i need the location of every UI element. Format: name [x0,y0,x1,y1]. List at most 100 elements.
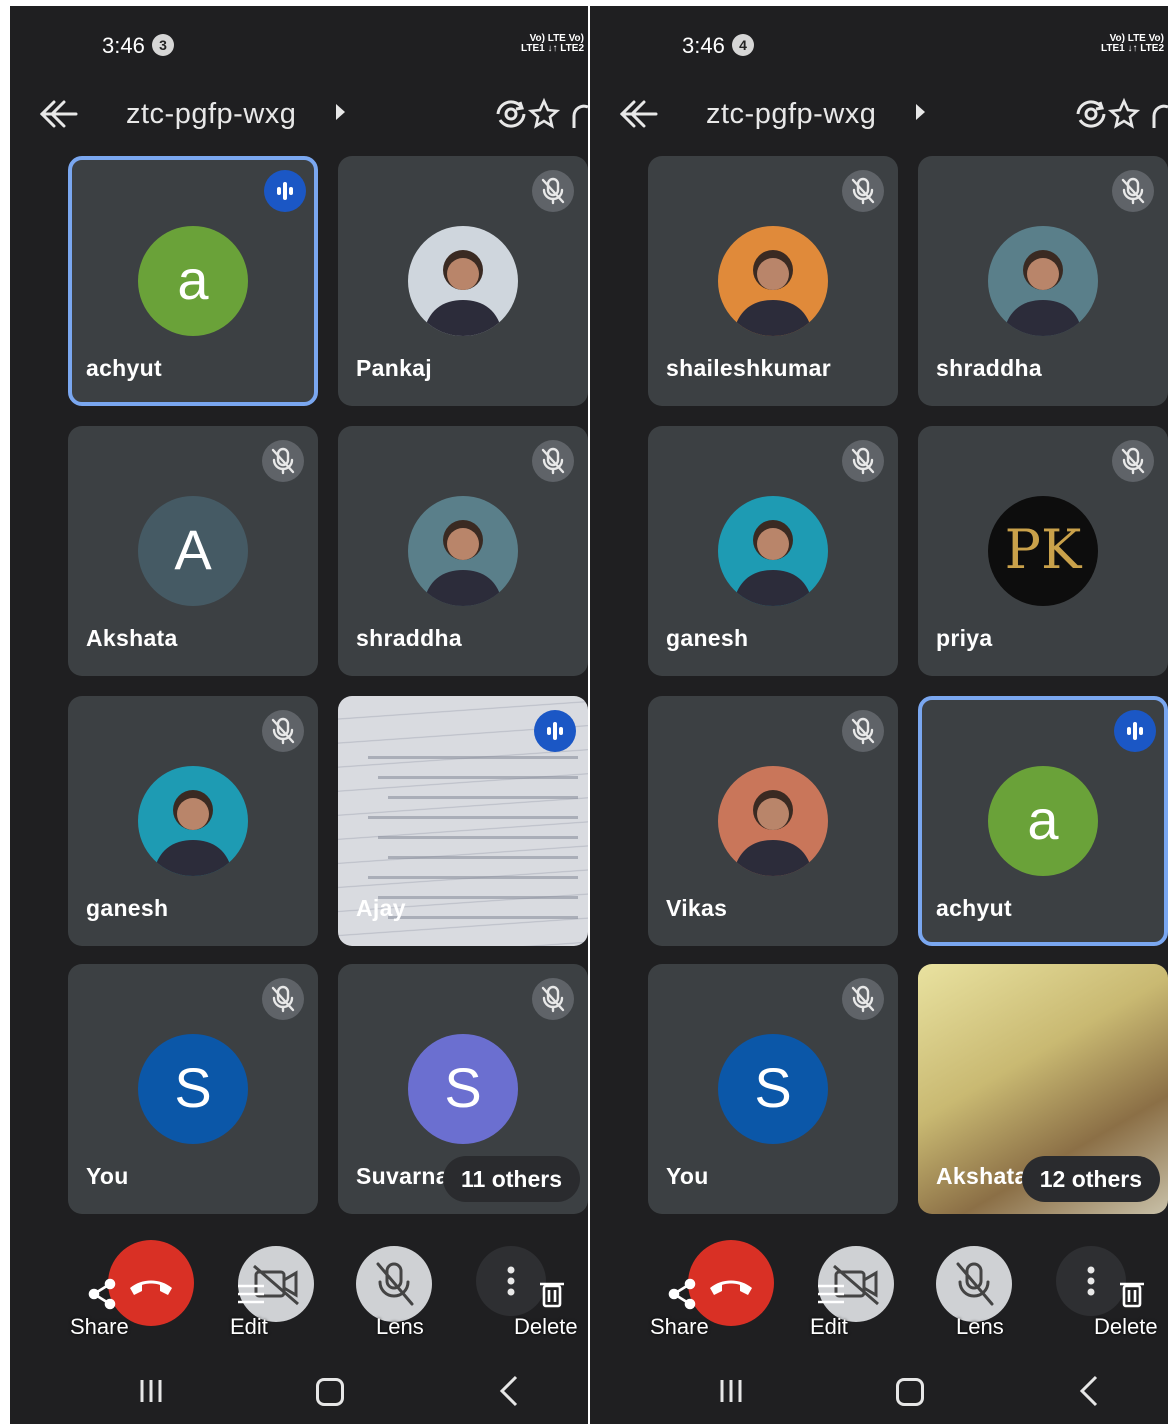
avatar: S [408,1034,518,1144]
participant-name: shraddha [936,355,1042,381]
share-action[interactable]: Share [650,1314,709,1340]
header-actions[interactable] [1072,94,1168,134]
handwriting-line [378,896,578,899]
avatar: a [988,766,1098,876]
participant-name: achyut [936,895,1012,921]
handwriting-line [368,756,578,759]
handwriting-line [378,776,578,779]
participant-tile[interactable]: a achyut [918,696,1168,946]
participant-tile[interactable]: shraddha [918,156,1168,406]
participant-tile[interactable]: Pankaj [338,156,588,406]
notification-count-badge: 3 [152,34,174,56]
recent-apps-icon[interactable] [138,1378,164,1404]
lens-action[interactable]: Lens [956,1314,1004,1340]
participant-name: ganesh [666,625,749,651]
participant-name: Ajay [356,895,406,921]
edit-action[interactable]: Edit [810,1314,848,1340]
back-arrow-icon[interactable] [616,94,660,134]
profile-photo [718,496,828,606]
caret-right-icon[interactable] [916,104,925,120]
mic-off-button[interactable] [936,1246,1012,1322]
participant-tile[interactable]: Akshata 12 others [918,964,1168,1214]
participant-tile[interactable]: ganesh [68,696,318,946]
status-bar: 3:46 4 Vo) LTE Vo) LTE1 ↓↑ LTE2 [590,6,1168,82]
meeting-code[interactable]: ztc-pgfp-wxg [706,98,876,131]
avatar: PK [988,496,1098,606]
trash-icon [1118,1278,1148,1315]
meeting-header: ztc-pgfp-wxg [10,82,588,148]
participant-tile[interactable]: shraddha [338,426,588,676]
home-icon[interactable] [896,1378,924,1406]
more-options-button[interactable] [476,1246,546,1316]
mic-off-button[interactable] [356,1246,432,1322]
mic-off-icon [842,710,884,752]
avatar: a [138,226,248,336]
share-action[interactable]: Share [70,1314,129,1340]
screen-left: 3:46 3 Vo) LTE Vo) LTE1 ↓↑ LTE2 ztc-pgfp-wxg… [10,6,588,1424]
participant-name: Akshata [86,625,178,651]
participant-name: Akshata [936,1163,1028,1189]
mic-off-icon [1112,440,1154,482]
header-actions[interactable] [492,94,588,134]
system-nav-bar [10,1354,588,1424]
more-options-button[interactable] [1056,1246,1126,1316]
screen-right: 3:46 4 Vo) LTE Vo) LTE1 ↓↑ LTE2 ztc-pgfp-wxg… [590,6,1168,1424]
participant-tile[interactable]: Vikas [648,696,898,946]
participant-tile[interactable]: a achyut [68,156,318,406]
back-arrow-icon[interactable] [36,94,80,134]
others-count-pill[interactable]: 11 others [443,1156,580,1202]
system-nav-bar [590,1354,1168,1424]
mic-off-icon [842,978,884,1020]
edit-sliders-icon [236,1278,266,1315]
handwriting-line [388,856,578,859]
participant-tile[interactable]: PK priya [918,426,1168,676]
call-controls: Share Edit Lens Delete [590,1226,1168,1346]
mic-off-icon [532,440,574,482]
lens-action[interactable]: Lens [376,1314,424,1340]
participant-tile[interactable]: A Akshata [68,426,318,676]
handwriting-line [388,916,578,919]
participant-tile[interactable]: ganesh [648,426,898,676]
speaking-indicator-icon [1114,710,1156,752]
trash-icon [538,1278,568,1315]
delete-action[interactable]: Delete [514,1314,578,1340]
participant-name: shaileshkumar [666,355,831,381]
nav-back-icon[interactable] [498,1374,520,1408]
delete-action[interactable]: Delete [1094,1314,1158,1340]
speaking-indicator-icon [264,170,306,212]
signal-label-bottom: LTE1 ↓↑ LTE2 [521,43,584,54]
speaking-indicator-icon [534,710,576,752]
mic-off-icon [1112,170,1154,212]
mic-off-icon [262,978,304,1020]
participant-name: priya [936,625,993,651]
participant-tile[interactable]: Ajay [338,696,588,946]
share-icon [88,1278,118,1315]
recent-apps-icon[interactable] [718,1378,744,1404]
notification-count-badge: 4 [732,34,754,56]
profile-photo [408,496,518,606]
edit-sliders-icon [816,1278,846,1315]
handwriting-line [368,876,578,879]
participant-tile[interactable]: S You [648,964,898,1214]
participant-tile[interactable]: S You [68,964,318,1214]
participant-tile[interactable]: S Suvarna 11 others [338,964,588,1214]
signal-label-bottom: LTE1 ↓↑ LTE2 [1101,43,1164,54]
caret-right-icon[interactable] [336,104,345,120]
others-count-pill[interactable]: 12 others [1021,1156,1160,1202]
mic-off-icon [842,440,884,482]
profile-photo [988,226,1098,336]
handwriting-line [368,816,578,819]
profile-photo [718,766,828,876]
nav-back-icon[interactable] [1078,1374,1100,1408]
signal-indicators: Vo) LTE Vo) LTE1 ↓↑ LTE2 [1052,34,1164,54]
participant-name: Pankaj [356,355,432,381]
edit-action[interactable]: Edit [230,1314,268,1340]
home-icon[interactable] [316,1378,344,1406]
status-bar: 3:46 3 Vo) LTE Vo) LTE1 ↓↑ LTE2 [10,6,588,82]
profile-photo [408,226,518,336]
participant-name: shraddha [356,625,462,651]
meeting-code[interactable]: ztc-pgfp-wxg [126,98,296,131]
avatar: S [718,1034,828,1144]
participant-tile[interactable]: shaileshkumar [648,156,898,406]
participant-name: Vikas [666,895,728,921]
